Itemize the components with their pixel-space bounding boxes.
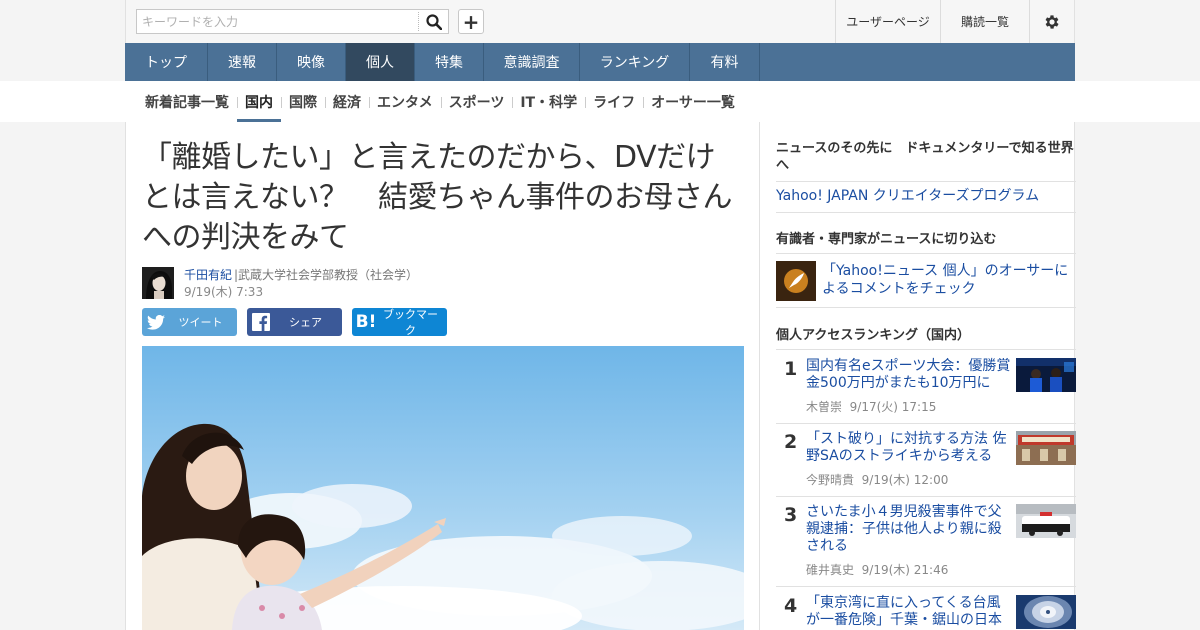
sidebar-divider	[776, 496, 1076, 497]
experts-promo-link[interactable]: 「Yahoo!ニュース 個人」のオーサーによるコメントをチェック	[822, 262, 1072, 298]
sub-nav-item-economy[interactable]: 経済	[325, 81, 369, 122]
add-button[interactable]: +	[458, 9, 484, 34]
sub-nav-item-sports[interactable]: スポーツ	[440, 81, 513, 122]
sub-nav-item-latest[interactable]: 新着記事一覧	[137, 81, 237, 122]
plus-icon: +	[462, 9, 480, 34]
creators-program-link[interactable]: Yahoo! JAPAN クリエイターズプログラム	[776, 187, 1039, 205]
sub-nav: 新着記事一覧 国内 国際 経済 エンタメ スポーツ IT・科学 ライフ オーサー…	[137, 81, 743, 122]
search-box	[136, 9, 449, 34]
sub-nav-bar: 新着記事一覧 国内 国際 経済 エンタメ スポーツ IT・科学 ライフ オーサー…	[0, 81, 1200, 122]
ranking-author: 今野晴貴	[806, 473, 855, 487]
ranking-item[interactable]: 4 「東京湾に直に入ってくる台風が一番危険」千葉・鋸山の日本	[776, 595, 1076, 630]
author-photo-image	[142, 267, 174, 299]
ranking-title-link[interactable]: 「東京湾に直に入ってくる台風が一番危険」千葉・鋸山の日本	[806, 595, 1011, 629]
ranking-number: 2	[784, 431, 798, 453]
ranking-number: 4	[784, 595, 798, 617]
article-hero-image	[142, 346, 744, 630]
ranking-date: 9/17(火) 17:15	[849, 400, 937, 414]
settings-button[interactable]	[1029, 0, 1074, 43]
ranking-number: 3	[784, 504, 798, 526]
ranking-meta: 今野晴貴 9/19(木) 12:00	[806, 471, 948, 488]
hatena-bookmark-label: ブックマーク	[383, 308, 438, 337]
ranking-author: 碓井真史	[806, 563, 855, 577]
sub-nav-item-domestic[interactable]: 国内	[237, 81, 281, 122]
top-utility-inner: + ユーザーページ 購読一覧	[125, 0, 1075, 43]
gear-icon	[1045, 14, 1059, 29]
ranking-author: 木曽崇	[806, 400, 843, 414]
twitter-bird-icon	[142, 314, 170, 330]
ranking-number: 1	[784, 358, 798, 380]
sidebar-divider	[776, 307, 1076, 308]
hatena-bookmark-button[interactable]: B! ブックマーク	[352, 308, 447, 337]
search-separator	[418, 12, 419, 31]
author-name-link[interactable]: 千田有紀	[184, 266, 232, 283]
facebook-share-button[interactable]: シェア	[247, 308, 342, 336]
sub-nav-item-authors[interactable]: オーサー一覧	[643, 81, 743, 122]
esports-stage-photo	[1016, 358, 1076, 392]
documentary-section-title: ニュースのその先に ドキュメンタリーで知る世界へ	[776, 141, 1074, 173]
search-input[interactable]	[142, 13, 412, 31]
subscriptions-link[interactable]: 購読一覧	[940, 0, 1029, 43]
sidebar-divider	[776, 349, 1076, 350]
ranking-meta: 木曽崇 9/17(火) 17:15	[806, 398, 936, 415]
sub-nav-item-it-science[interactable]: IT・科学	[512, 81, 585, 122]
twitter-share-button[interactable]: ツイート	[142, 308, 237, 336]
service-area-photo	[1016, 431, 1076, 465]
ranking-thumbnail[interactable]	[1016, 431, 1076, 465]
quill-chat-icon	[776, 261, 816, 301]
twitter-share-label: ツイート	[178, 316, 223, 329]
hatena-b-icon: B!	[355, 312, 377, 332]
sub-nav-item-entertainment[interactable]: エンタメ	[369, 81, 441, 122]
ranking-thumbnail[interactable]	[1016, 504, 1076, 538]
sidebar-divider	[776, 586, 1076, 587]
mother-daughter-sky-photo	[142, 346, 744, 630]
article-headline: 「離婚したい」と言えたのだから、DVだけとは言えない？ 結愛ちゃん事件のお母さん…	[142, 140, 733, 255]
ranking-item[interactable]: 3 さいたま小４男児殺害事件で父親逮捕：子供は他人より親に殺される 碓井真史 9…	[776, 504, 1076, 582]
main-nav-item-video[interactable]: 映像	[277, 43, 346, 81]
sidebar-divider	[776, 181, 1076, 182]
search-button[interactable]	[423, 12, 445, 32]
ranking-section-title: 個人アクセスランキング（国内）	[776, 328, 970, 343]
typhoon-satellite-photo	[1016, 595, 1076, 629]
sidebar-divider	[776, 253, 1076, 254]
main-nav-item-paid[interactable]: 有料	[690, 43, 760, 81]
ranking-meta: 碓井真史 9/19(木) 21:46	[806, 561, 948, 578]
main-nav-item-top[interactable]: トップ	[125, 43, 208, 81]
main-nav-item-features[interactable]: 特集	[415, 43, 484, 81]
user-page-link[interactable]: ユーザーページ	[835, 0, 940, 43]
ranking-date: 9/19(木) 12:00	[861, 473, 949, 487]
experts-section-title: 有識者・専門家がニュースに切り込む	[776, 232, 997, 247]
ranking-title-link[interactable]: 「スト破り」に対抗する方法 佐野SAのストライキから考える	[806, 431, 1011, 465]
sub-nav-item-life[interactable]: ライフ	[585, 81, 643, 122]
ranking-title-link[interactable]: 国内有名eスポーツ大会：優勝賞金500万円がまたも10万円に	[806, 358, 1011, 392]
top-right-links: ユーザーページ 購読一覧	[835, 0, 1074, 43]
facebook-icon	[247, 313, 275, 331]
ranking-thumbnail[interactable]	[1016, 595, 1076, 629]
content-area: 「離婚したい」と言えたのだから、DVだけとは言えない？ 結愛ちゃん事件のお母さん…	[125, 122, 1076, 630]
experts-promo-thumbnail[interactable]	[776, 261, 816, 301]
main-nav-item-ranking[interactable]: ランキング	[580, 43, 690, 81]
main-nav: トップ 速報 映像 個人 特集 意識調査 ランキング 有料	[125, 43, 1075, 81]
ranking-title-link[interactable]: さいたま小４男児殺害事件で父親逮捕：子供は他人より親に殺される	[806, 504, 1011, 555]
ranking-item[interactable]: 1 国内有名eスポーツ大会：優勝賞金500万円がまたも10万円に 木曽崇 9/1…	[776, 358, 1076, 418]
sidebar-divider	[776, 423, 1076, 424]
author-avatar[interactable]	[142, 267, 174, 299]
main-nav-item-breaking[interactable]: 速報	[208, 43, 277, 81]
sub-nav-item-international[interactable]: 国際	[281, 81, 325, 122]
sidebar-divider	[776, 212, 1076, 213]
ranking-date: 9/19(木) 21:46	[861, 563, 949, 577]
ranking-thumbnail[interactable]	[1016, 358, 1076, 392]
police-car-photo	[1016, 504, 1076, 538]
author-affiliation: |武蔵大学社会学部教授（社会学）	[234, 268, 419, 282]
article: 「離婚したい」と言えたのだから、DVだけとは言えない？ 結愛ちゃん事件のお母さん…	[126, 122, 759, 630]
publish-date: 9/19(木) 7:33	[184, 285, 264, 299]
sidebar: ニュースのその先に ドキュメンタリーで知る世界へ Yahoo! JAPAN クリ…	[759, 122, 1076, 630]
main-nav-item-survey[interactable]: 意識調査	[484, 43, 580, 81]
search-icon	[426, 14, 442, 30]
facebook-share-label: シェア	[289, 316, 322, 329]
main-nav-item-individual[interactable]: 個人	[346, 43, 415, 81]
top-utility-bar: + ユーザーページ 購読一覧	[0, 0, 1200, 43]
ranking-item[interactable]: 2 「スト破り」に対抗する方法 佐野SAのストライキから考える 今野晴貴 9/1…	[776, 431, 1076, 491]
